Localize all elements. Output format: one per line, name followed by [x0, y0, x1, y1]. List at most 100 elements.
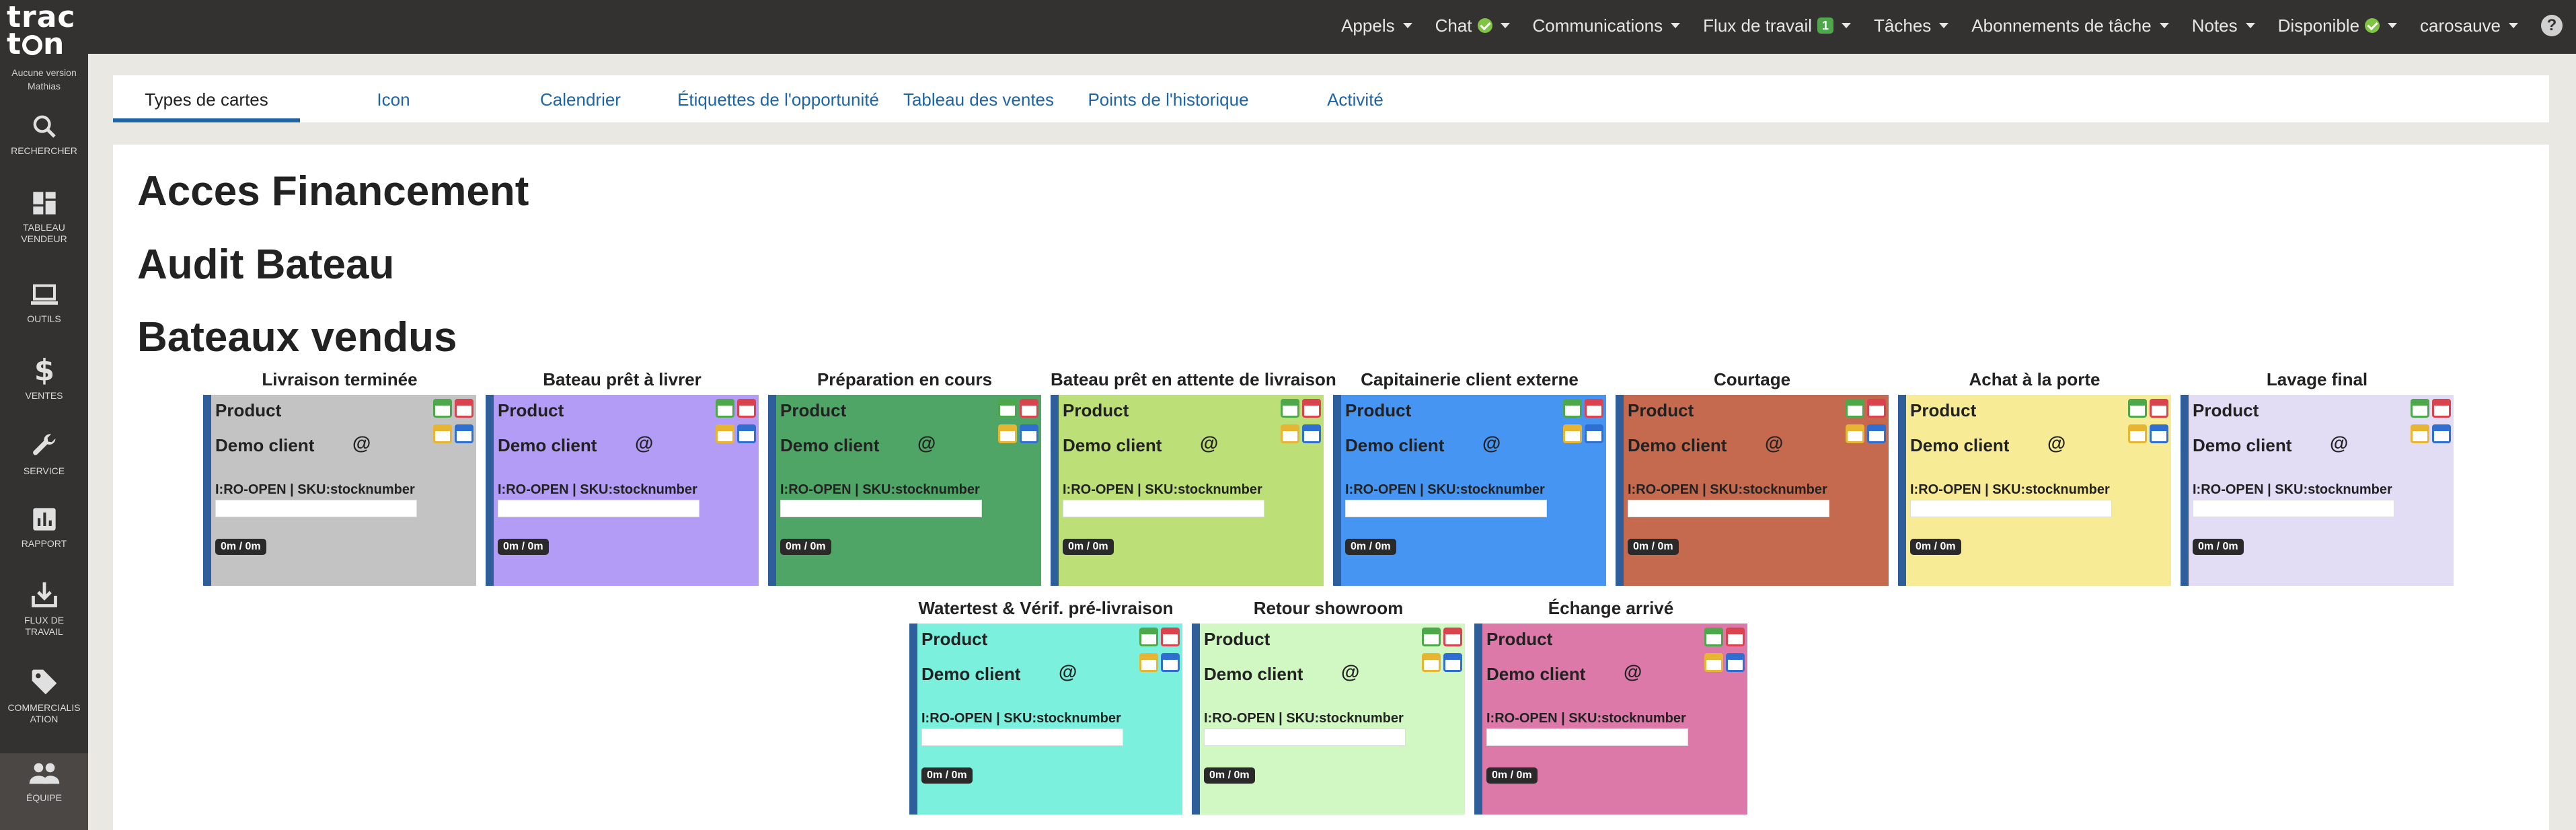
calendar-blue-icon[interactable]: [2432, 424, 2451, 443]
menu-calls[interactable]: Appels: [1341, 15, 1412, 36]
sidebar-item-marketing[interactable]: COMMERCIALIS ATION: [0, 667, 88, 725]
sidebar-item-tools[interactable]: OUTILS: [0, 281, 88, 325]
card-preview[interactable]: Product Demo client @ I:RO-OPEN | SKU:stock…: [768, 395, 1041, 586]
sidebar-item-report[interactable]: RAPPORT: [0, 506, 88, 550]
calendar-green-icon[interactable]: [1704, 628, 1723, 646]
card-preview[interactable]: Product Demo client @ I:RO-OPEN | SKU:stock…: [1051, 395, 1324, 586]
card-input-field: [1486, 728, 1688, 746]
tab-sales-board[interactable]: Tableau des ventes: [882, 75, 1075, 122]
calendar-yellow-icon[interactable]: [716, 424, 734, 443]
calendar-green-icon[interactable]: [1846, 399, 1864, 418]
calendar-red-icon[interactable]: [1585, 399, 1603, 418]
at-icon: @: [1482, 432, 1501, 453]
calendar-yellow-icon[interactable]: [1139, 653, 1158, 672]
menu-communications[interactable]: Communications: [1533, 15, 1681, 36]
calendar-red-icon[interactable]: [1443, 628, 1462, 646]
sidebar-item-workflow[interactable]: FLUX DE TRAVAIL: [0, 580, 88, 638]
calendar-yellow-icon[interactable]: [1563, 424, 1582, 443]
calendar-yellow-icon[interactable]: [433, 424, 452, 443]
calendar-green-icon[interactable]: [1281, 399, 1299, 418]
calendar-green-icon[interactable]: [2128, 399, 2147, 418]
section-title[interactable]: Acces Financement: [137, 167, 529, 215]
sidebar-item-dashboard[interactable]: TABLEAU VENDEUR: [0, 190, 88, 245]
calendar-blue-icon[interactable]: [2150, 424, 2168, 443]
sidebar-item-search[interactable]: RECHERCHER: [0, 113, 88, 157]
calendar-blue-icon[interactable]: [1443, 653, 1462, 672]
card-type-item: Courtage Product Demo client @ I:RO-OPEN | S…: [1616, 368, 1889, 586]
menu-task-subscriptions[interactable]: Abonnements de tâche: [1971, 15, 2169, 36]
calendar-red-icon[interactable]: [1020, 399, 1038, 418]
card-preview[interactable]: Product Demo client @ I:RO-OPEN | SKU:stock…: [1333, 395, 1606, 586]
calendar-green-icon[interactable]: [433, 399, 452, 418]
calendar-green-icon[interactable]: [1563, 399, 1582, 418]
calendar-red-icon[interactable]: [737, 399, 756, 418]
tab-opportunity-labels[interactable]: Étiquettes de l'opportunité: [674, 75, 882, 122]
calendar-red-icon[interactable]: [1867, 399, 1886, 418]
menu-availability[interactable]: Disponible: [2278, 15, 2398, 36]
section-title[interactable]: Bateaux vendus: [137, 313, 457, 361]
sidebar-label: RAPPORT: [21, 538, 67, 549]
calendar-green-icon[interactable]: [1422, 628, 1441, 646]
card-preview[interactable]: Product Demo client @ I:RO-OPEN | SKU:stock…: [203, 395, 476, 586]
card-type-title: Préparation en cours: [817, 369, 993, 389]
card-preview[interactable]: Product Demo client @ I:RO-OPEN | SKU:stock…: [1474, 624, 1747, 815]
tab-activity[interactable]: Activité: [1262, 75, 1449, 122]
calendar-red-icon[interactable]: [1726, 628, 1745, 646]
at-icon: @: [1059, 661, 1077, 682]
calendar-yellow-icon[interactable]: [2128, 424, 2147, 443]
calendar-blue-icon[interactable]: [1585, 424, 1603, 443]
calendar-yellow-icon[interactable]: [2411, 424, 2429, 443]
card-preview[interactable]: Product Demo client @ I:RO-OPEN | SKU:stock…: [1192, 624, 1465, 815]
card-type-item: Bateau prêt en attente de livraison Produ…: [1051, 368, 1336, 586]
calendar-red-icon[interactable]: [1161, 628, 1180, 646]
menu-user[interactable]: carosauve: [2420, 15, 2518, 36]
sidebar-item-service[interactable]: SERVICE: [0, 430, 88, 477]
sidebar-item-sales[interactable]: $ VENTES: [0, 355, 88, 402]
calendar-green-icon[interactable]: [2411, 399, 2429, 418]
time-badge: 0m / 0m: [2193, 539, 2244, 555]
calendar-red-icon[interactable]: [2150, 399, 2168, 418]
tab-icon[interactable]: Icon: [300, 75, 487, 122]
help-button[interactable]: ?: [2541, 15, 2563, 36]
calendar-yellow-icon[interactable]: [998, 424, 1017, 443]
calendar-red-icon[interactable]: [1302, 399, 1321, 418]
card-input-field: [1204, 728, 1406, 746]
tab-calendar[interactable]: Calendrier: [487, 75, 674, 122]
calendar-red-icon[interactable]: [2432, 399, 2451, 418]
menu-notes[interactable]: Notes: [2192, 15, 2255, 36]
calendar-green-icon[interactable]: [716, 399, 734, 418]
check-circle-icon: [1477, 18, 1492, 33]
calendar-yellow-icon[interactable]: [1422, 653, 1441, 672]
tab-card-types[interactable]: Types de cartes: [113, 75, 300, 122]
calendar-blue-icon[interactable]: [1161, 653, 1180, 672]
section-title[interactable]: Audit Bateau: [137, 241, 394, 289]
calendar-blue-icon[interactable]: [1726, 653, 1745, 672]
sidebar-item-team[interactable]: ÉQUIPE: [0, 753, 88, 830]
calendar-green-icon[interactable]: [1139, 628, 1158, 646]
calendar-blue-icon[interactable]: [1020, 424, 1038, 443]
calendar-blue-icon[interactable]: [455, 424, 473, 443]
traction-logo[interactable]: trac tn: [7, 3, 82, 59]
menu-chat[interactable]: Chat: [1435, 15, 1510, 36]
calendar-yellow-icon[interactable]: [1704, 653, 1723, 672]
card-preview[interactable]: Product Demo client @ I:RO-OPEN | SKU:stock…: [1616, 395, 1889, 586]
calendar-yellow-icon[interactable]: [1281, 424, 1299, 443]
card-preview[interactable]: Product Demo client @ I:RO-OPEN | SKU:stock…: [1898, 395, 2171, 586]
calendar-blue-icon[interactable]: [737, 424, 756, 443]
card-product: Product: [1345, 400, 1412, 420]
card-preview[interactable]: Product Demo client @ I:RO-OPEN | SKU:stock…: [486, 395, 759, 586]
menu-tasks[interactable]: Tâches: [1874, 15, 1949, 36]
tab-history-points[interactable]: Points de l'historique: [1075, 75, 1262, 122]
time-badge: 0m / 0m: [921, 767, 973, 784]
calendar-green-icon[interactable]: [998, 399, 1017, 418]
calendar-blue-icon[interactable]: [1302, 424, 1321, 443]
calendar-blue-icon[interactable]: [1867, 424, 1886, 443]
menu-workflow[interactable]: Flux de travail 1: [1703, 15, 1852, 36]
calendar-red-icon[interactable]: [455, 399, 473, 418]
menu-label: Appels: [1341, 15, 1395, 36]
card-preview[interactable]: Product Demo client @ I:RO-OPEN | SKU:stock…: [2181, 395, 2454, 586]
time-badge: 0m / 0m: [780, 539, 831, 555]
calendar-yellow-icon[interactable]: [1846, 424, 1864, 443]
at-icon: @: [917, 432, 936, 453]
card-preview[interactable]: Product Demo client @ I:RO-OPEN | SKU:stock…: [909, 624, 1182, 815]
